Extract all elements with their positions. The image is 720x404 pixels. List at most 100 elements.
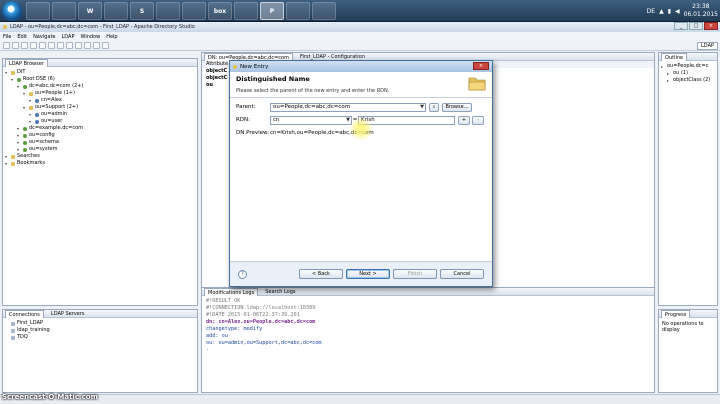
connection-item[interactable]: First_LDAP — [5, 320, 195, 327]
tree-node[interactable]: ▾ ou=admin — [5, 111, 195, 118]
taskbar-app-icon[interactable] — [234, 2, 258, 20]
taskbar-terminal-icon[interactable] — [312, 2, 336, 20]
taskbar-word-icon[interactable]: W — [78, 2, 102, 20]
tab-connections[interactable]: Connections — [5, 309, 44, 318]
menu-item-window[interactable]: Window — [80, 34, 100, 40]
remove-rdn-button[interactable]: - — [472, 115, 484, 125]
search-icon[interactable] — [66, 42, 73, 49]
tab-ldap-servers[interactable]: LDAP Servers — [48, 310, 88, 318]
menu-item-navigate[interactable]: Navigate — [33, 34, 55, 40]
menu-item-help[interactable]: Help — [106, 34, 117, 40]
gear-icon[interactable] — [102, 42, 109, 49]
expand-arrow-icon[interactable]: ▾ — [29, 97, 33, 104]
taskbar-powerpoint-icon[interactable]: P — [260, 2, 284, 20]
tab-search-logs[interactable]: Search Logs — [262, 288, 298, 296]
expand-arrow-icon[interactable]: ▸ — [667, 77, 671, 84]
tab-ldap-browser[interactable]: LDAP Browser — [5, 58, 48, 67]
expand-arrow-icon[interactable]: ▾ — [11, 76, 15, 83]
expand-arrow-icon[interactable]: ▾ — [29, 111, 33, 118]
expand-arrow-icon[interactable]: ▾ — [17, 139, 21, 146]
outline-item[interactable]: ▸ ou (1) — [661, 70, 715, 77]
connection-item[interactable]: ldap_training — [5, 327, 195, 334]
cancel-button[interactable]: Cancel — [440, 269, 484, 279]
tree-node[interactable]: ▾ ou=Support (2+) — [5, 104, 195, 111]
close-window-button[interactable]: × — [704, 22, 718, 30]
expand-arrow-icon[interactable]: ▾ — [17, 146, 21, 153]
new-entry-dialog: New Entry × Distinguished Name Please se… — [229, 60, 493, 287]
tree-node[interactable]: ▾ Bookmarks — [5, 160, 195, 167]
taskbar-skype-icon[interactable]: S — [130, 2, 154, 20]
taskbar-vlc-icon[interactable] — [182, 2, 206, 20]
help-button[interactable]: ? — [238, 269, 247, 279]
new-icon[interactable] — [3, 42, 10, 49]
ldif-line: - — [206, 347, 210, 353]
tab-progress[interactable]: Progress — [661, 309, 691, 318]
refresh-icon[interactable] — [75, 42, 82, 49]
expand-arrow-icon[interactable]: ▸ — [667, 70, 671, 77]
parent-combobox[interactable]: ou=People,dc=abc,dc=com ▼ — [270, 102, 426, 112]
tree-node[interactable]: ▾ Searches — [5, 153, 195, 160]
parent-history-button[interactable]: ⌕ — [429, 102, 439, 112]
rdn-value-input[interactable]: Krish — [358, 115, 455, 125]
next-button[interactable]: Next > — [346, 269, 390, 279]
chevron-down-icon[interactable]: ▼ — [420, 104, 424, 111]
rdn-attribute-combobox[interactable]: cn ▼ — [270, 115, 352, 125]
taskbar-chrome-icon[interactable] — [104, 2, 128, 20]
disconnect-icon[interactable] — [57, 42, 64, 49]
tab-outline[interactable]: Outline — [661, 52, 688, 61]
perspective-ldap-button[interactable]: LDAP — [697, 42, 718, 50]
tab-modifications-logs[interactable]: Modifications Logs — [204, 287, 259, 296]
taskbar-explorer-icon[interactable] — [26, 2, 50, 20]
tree-node[interactable]: ▾ ou=People (1+) — [5, 90, 195, 97]
finish-button[interactable]: Finish — [393, 269, 437, 279]
maximize-button[interactable]: □ — [689, 22, 703, 30]
forward-icon[interactable] — [39, 42, 46, 49]
menu-item-edit[interactable]: Edit — [17, 34, 27, 40]
expand-arrow-icon[interactable]: ▾ — [17, 83, 21, 90]
tray-up-arrow-icon[interactable]: ▲ — [659, 8, 664, 15]
connection-item[interactable]: TDQ — [5, 334, 195, 341]
upload-icon[interactable] — [84, 42, 91, 49]
outline-item[interactable]: ▸ objectClass (2) — [661, 77, 715, 84]
language-indicator[interactable]: DE — [647, 8, 655, 15]
tree-node[interactable]: ▾ DIT — [5, 69, 195, 76]
expand-arrow-icon[interactable]: ▾ — [5, 160, 9, 167]
back-icon[interactable] — [30, 42, 37, 49]
dialog-close-button[interactable]: × — [473, 62, 489, 70]
system-clock[interactable]: 23:38 06.01.2015 — [684, 3, 718, 19]
volume-icon[interactable]: ◀ — [675, 8, 680, 15]
outline-item[interactable]: ▸ ou=People,dc=c — [661, 63, 715, 70]
tree-node[interactable]: ▾ ou=schema — [5, 139, 195, 146]
tree-node[interactable]: ▾ ou=user — [5, 118, 195, 125]
expand-arrow-icon[interactable]: ▾ — [17, 132, 21, 139]
expand-arrow-icon[interactable]: ▾ — [23, 104, 27, 111]
windows-start-icon[interactable] — [2, 1, 22, 21]
browse-button[interactable]: Browse... — [442, 102, 472, 112]
expand-arrow-icon[interactable]: ▾ — [5, 69, 9, 76]
taskbar-media-player-icon[interactable] — [52, 2, 76, 20]
tree-node[interactable]: ▾ ou=system — [5, 146, 195, 153]
network-icon[interactable]: ▮ — [668, 8, 671, 15]
expand-arrow-icon[interactable]: ▸ — [661, 63, 665, 70]
print-icon[interactable] — [21, 42, 28, 49]
expand-arrow-icon[interactable]: ▾ — [17, 125, 21, 132]
expand-arrow-icon[interactable]: ▾ — [29, 118, 33, 125]
add-rdn-button[interactable]: + — [458, 115, 470, 125]
tree-node[interactable]: ▾ Root DSE (6) — [5, 76, 195, 83]
back-button[interactable]: < Back — [299, 269, 343, 279]
tree-node[interactable]: ▾ cn=Alex — [5, 97, 195, 104]
taskbar-photo-icon[interactable] — [286, 2, 310, 20]
minimize-button[interactable]: _ — [674, 22, 688, 30]
tree-node[interactable]: ▾ dc=example,dc=com — [5, 125, 195, 132]
tree-node[interactable]: ▾ dc=abc,dc=com (2+) — [5, 83, 195, 90]
connect-icon[interactable] — [48, 42, 55, 49]
taskbar-box-icon[interactable]: box — [208, 2, 232, 20]
menu-item-ldap[interactable]: LDAP — [62, 34, 75, 40]
tree-node[interactable]: ▾ ou=config — [5, 132, 195, 139]
expand-arrow-icon[interactable]: ▾ — [5, 153, 9, 160]
taskbar-firefox-icon[interactable] — [156, 2, 180, 20]
download-icon[interactable] — [93, 42, 100, 49]
expand-arrow-icon[interactable]: ▾ — [23, 90, 27, 97]
menu-item-file[interactable]: File — [3, 34, 11, 40]
save-icon[interactable] — [12, 42, 19, 49]
